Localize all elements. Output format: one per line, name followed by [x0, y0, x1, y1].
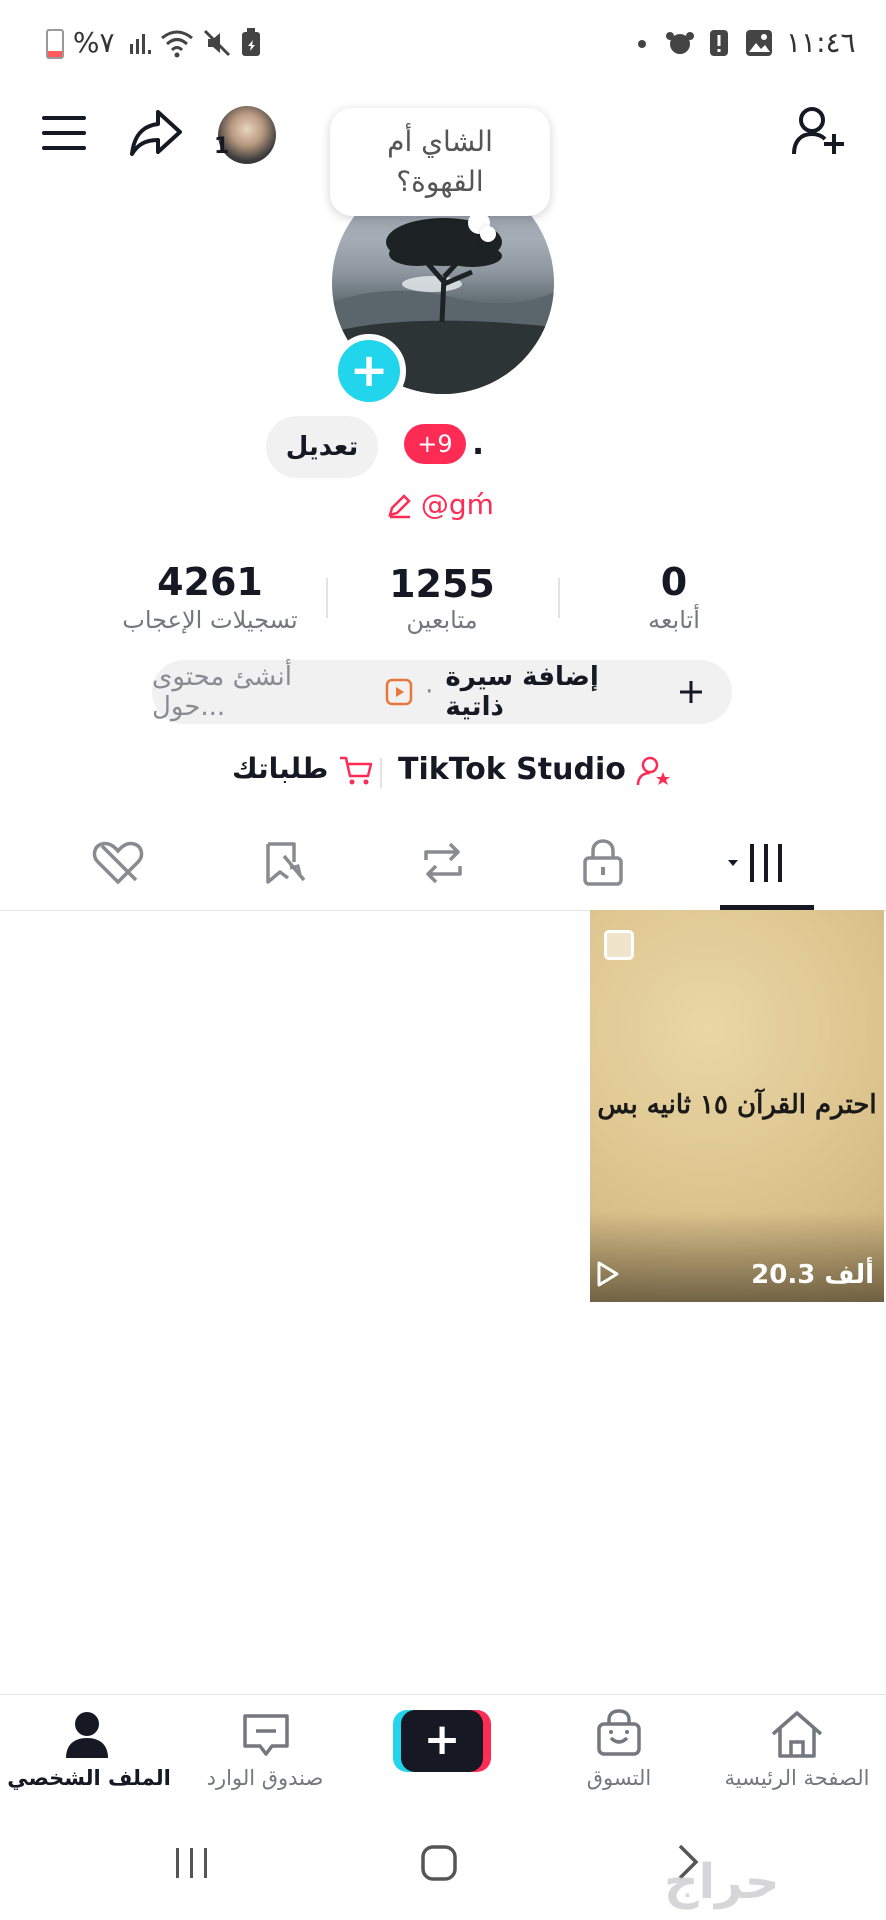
plus-icon — [680, 681, 703, 703]
likes-count: 4261 — [157, 560, 263, 604]
bubble-tail-dot — [480, 226, 496, 242]
video-icon — [385, 678, 413, 706]
display-name: . — [472, 424, 485, 462]
separator: · — [425, 677, 434, 707]
play-icon — [596, 1260, 620, 1288]
share-icon[interactable] — [128, 106, 184, 158]
pencil-icon — [388, 494, 411, 519]
followers-label[interactable]: متابعين — [322, 606, 562, 634]
gallery-icon — [744, 28, 774, 58]
recent-apps-icon[interactable] — [174, 1846, 210, 1880]
profile-nav-icon[interactable] — [64, 1710, 110, 1760]
wifi-icon — [160, 28, 194, 58]
alert-icon — [708, 28, 730, 58]
followers-count: 1255 — [389, 562, 495, 606]
nav-shop[interactable]: التسوق — [524, 1766, 714, 1790]
private-tab-icon[interactable] — [582, 838, 624, 886]
likes-label[interactable]: تسجيلات الإعجاب — [90, 606, 330, 634]
bio-bar[interactable]: أنشئ محتوى حول... · إضافة سيرة ذاتية — [152, 660, 732, 724]
select-checkbox[interactable] — [604, 930, 634, 960]
notification-badge[interactable]: +9 — [404, 424, 466, 464]
menu-icon[interactable] — [40, 114, 88, 152]
video-caption: احترم القرآن ١٥ ثانيه بس — [597, 1090, 877, 1120]
nav-home[interactable]: الصفحة الرئيسية — [702, 1766, 886, 1790]
following-label[interactable]: أتابعه — [554, 606, 794, 634]
orders-link[interactable]: طلباتك — [232, 752, 374, 786]
battery-icon — [46, 29, 64, 59]
add-friend-icon[interactable] — [792, 106, 846, 158]
edit-profile-button[interactable]: تعديل — [266, 416, 378, 478]
create-hint: أنشئ محتوى حول... — [152, 662, 292, 722]
battery-percent: %٧ — [72, 26, 115, 59]
orders-label: طلباتك — [232, 752, 329, 785]
studio-label: TikTok Studio — [398, 752, 626, 787]
home-button-icon[interactable] — [420, 1844, 458, 1882]
username-row[interactable]: @gḿ — [386, 488, 494, 521]
inbox-nav-icon[interactable] — [242, 1712, 290, 1760]
cart-icon — [340, 756, 373, 785]
creator-icon — [637, 756, 671, 785]
home-nav-icon[interactable] — [770, 1710, 824, 1760]
liked-tab-icon[interactable] — [92, 840, 144, 886]
edit-label: تعديل — [285, 432, 359, 462]
links-divider — [380, 758, 382, 788]
favorites-tab-icon[interactable] — [260, 840, 308, 886]
add-avatar-button[interactable]: + — [332, 334, 406, 408]
mute-icon — [202, 28, 232, 58]
battery-saver-icon — [240, 28, 262, 58]
notification-count: +9 — [417, 430, 453, 458]
view-count: 20.3 ألف — [751, 1260, 874, 1290]
username: @gḿ — [420, 488, 494, 521]
add-bio-label: إضافة سيرة ذاتية — [445, 662, 599, 722]
create-button[interactable]: + — [393, 1710, 491, 1772]
video-thumbnail[interactable]: احترم القرآن ١٥ ثانيه بس 20.3 ألف — [590, 910, 884, 1302]
app-notification-icon — [664, 28, 696, 58]
videos-tab-icon[interactable] — [726, 842, 792, 884]
clock: ١١:٤٦ — [786, 26, 856, 59]
tiktok-studio-link[interactable]: TikTok Studio — [398, 752, 672, 787]
reposts-tab-icon[interactable] — [418, 840, 468, 886]
note-text: الشاي أم القهوة؟ — [387, 125, 493, 198]
nav-profile[interactable]: الملف الشخصي — [0, 1766, 184, 1790]
note-bubble[interactable]: الشاي أم القهوة؟ — [330, 108, 550, 216]
watermark-logo: حراج — [664, 1854, 780, 1910]
friend-count-badge: 1 — [214, 134, 230, 159]
shop-nav-icon[interactable] — [596, 1708, 642, 1758]
notification-dot-icon — [638, 40, 646, 48]
nav-inbox[interactable]: صندوق الوارد — [170, 1766, 360, 1790]
following-count: 0 — [660, 560, 688, 604]
create-plus-icon: + — [401, 1710, 483, 1772]
signal-icon — [128, 30, 152, 56]
battery-status: %٧ — [46, 26, 115, 59]
